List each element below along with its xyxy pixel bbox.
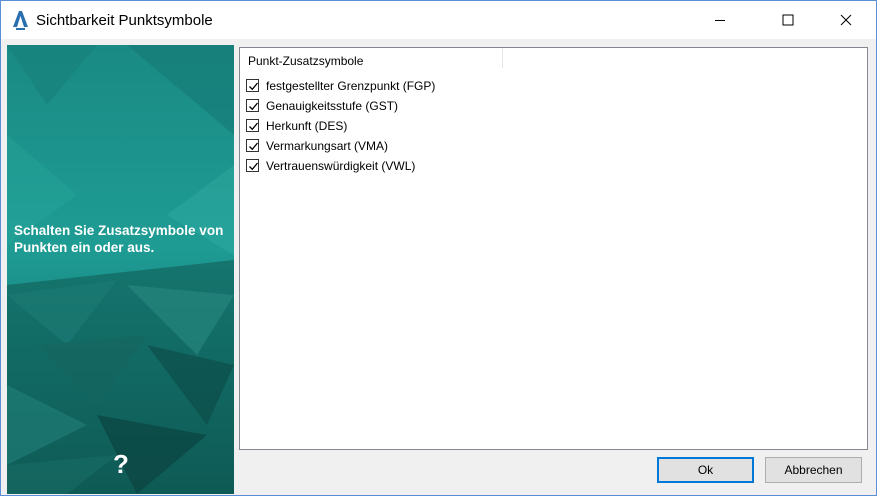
checkbox[interactable] bbox=[246, 159, 259, 172]
symbol-list: Punkt-Zusatzsymbole festgestellter Grenz… bbox=[239, 47, 868, 450]
list-item-label: Vertrauenswürdigkeit (VWL) bbox=[266, 159, 416, 173]
side-image-panel: Schalten Sie Zusatzsymbole von Punkten e… bbox=[7, 45, 234, 494]
column-header-label: Punkt-Zusatzsymbole bbox=[248, 54, 364, 68]
maximize-button[interactable] bbox=[765, 1, 811, 39]
list-item-label: festgestellter Grenzpunkt (FGP) bbox=[266, 79, 436, 93]
checkbox[interactable] bbox=[246, 119, 259, 132]
window-title: Sichtbarkeit Punktsymbole bbox=[36, 12, 213, 29]
checkbox[interactable] bbox=[246, 99, 259, 112]
checkmark-icon bbox=[249, 122, 259, 131]
list-item[interactable]: festgestellter Grenzpunkt (FGP) bbox=[246, 78, 546, 96]
side-description: Schalten Sie Zusatzsymbole von Punkten e… bbox=[14, 223, 224, 255]
list-item-label: Herkunft (DES) bbox=[266, 119, 348, 133]
ok-button[interactable]: Ok bbox=[657, 457, 754, 483]
minimize-icon bbox=[715, 20, 725, 21]
app-logo-icon bbox=[10, 9, 30, 31]
dialog-window: Sichtbarkeit Punktsymbole Schalten Sie Z… bbox=[0, 0, 877, 496]
help-icon[interactable]: ? bbox=[110, 449, 132, 479]
checkbox[interactable] bbox=[246, 139, 259, 152]
checkmark-icon bbox=[249, 142, 259, 151]
checkmark-icon bbox=[249, 162, 259, 171]
maximize-icon bbox=[782, 14, 794, 26]
checkmark-icon bbox=[249, 102, 259, 111]
list-item[interactable]: Vertrauenswürdigkeit (VWL) bbox=[246, 158, 546, 176]
minimize-button[interactable] bbox=[697, 1, 743, 39]
list-item[interactable]: Genauigkeitsstufe (GST) bbox=[246, 98, 546, 116]
cancel-button[interactable]: Abbrechen bbox=[765, 457, 862, 483]
list-item[interactable]: Herkunft (DES) bbox=[246, 118, 546, 136]
list-item[interactable]: Vermarkungsart (VMA) bbox=[246, 138, 546, 156]
checkbox[interactable] bbox=[246, 79, 259, 92]
close-icon bbox=[840, 14, 852, 26]
title-bar[interactable]: Sichtbarkeit Punktsymbole bbox=[1, 1, 876, 39]
landscape-background-image bbox=[7, 45, 234, 494]
close-button[interactable] bbox=[823, 1, 869, 39]
list-column-header[interactable]: Punkt-Zusatzsymbole bbox=[240, 48, 503, 68]
list-item-label: Vermarkungsart (VMA) bbox=[266, 139, 389, 153]
checkmark-icon bbox=[249, 82, 259, 91]
list-item-label: Genauigkeitsstufe (GST) bbox=[266, 99, 399, 113]
